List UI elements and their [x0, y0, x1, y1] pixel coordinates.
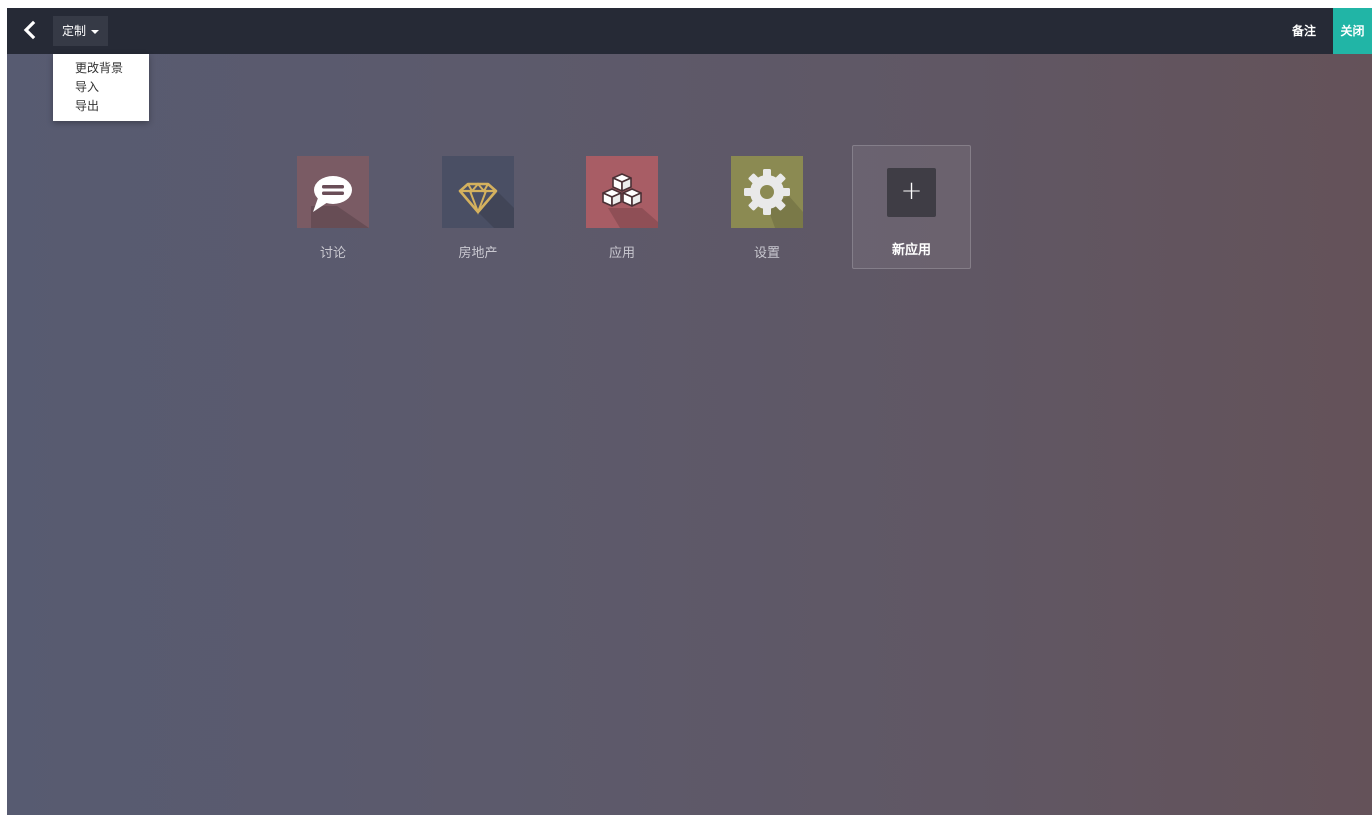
- back-button[interactable]: [19, 19, 41, 41]
- chat-bubble-icon: [311, 176, 369, 228]
- top-navbar: 定制 备注 关闭: [7, 8, 1372, 54]
- customize-dropdown-menu: 更改背景 导入 导出: [53, 54, 149, 121]
- diamond-icon: [458, 182, 514, 228]
- gear-icon: [744, 169, 803, 228]
- app-icon-settings: [731, 156, 803, 228]
- caret-down-icon: [91, 29, 100, 34]
- new-app-label: 新应用: [891, 243, 931, 258]
- chevron-left-icon: [23, 20, 36, 40]
- app-icon-real-estate: [442, 156, 514, 228]
- app-label-apps: 应用: [608, 246, 635, 261]
- app-screen: 定制 备注 关闭 更改背景 导入 导出 讨论 房地产 应用 设置 + 新应用: [7, 8, 1372, 815]
- close-button[interactable]: 关闭: [1333, 8, 1372, 54]
- app-label-settings: 设置: [753, 246, 780, 261]
- new-app-tile[interactable]: + 新应用: [852, 145, 971, 269]
- menu-item-export[interactable]: 导出: [53, 97, 149, 116]
- app-tile-discuss[interactable]: 讨论: [297, 156, 369, 261]
- app-label-real-estate: 房地产: [458, 246, 498, 261]
- notes-button[interactable]: 备注: [1292, 8, 1316, 54]
- app-tile-apps[interactable]: 应用: [586, 156, 658, 261]
- customize-menu-label: 定制: [62, 24, 87, 38]
- customize-menu-button[interactable]: 定制: [53, 16, 109, 46]
- menu-item-change-background[interactable]: 更改背景: [53, 59, 149, 78]
- app-tile-settings[interactable]: 设置: [731, 156, 803, 261]
- menu-item-import[interactable]: 导入: [53, 78, 149, 97]
- app-icon-discuss: [297, 156, 369, 228]
- cubes-icon: [602, 173, 658, 228]
- app-label-discuss: 讨论: [319, 246, 346, 261]
- app-tile-real-estate[interactable]: 房地产: [442, 156, 514, 261]
- app-icon-apps: [586, 156, 658, 228]
- plus-icon: +: [887, 168, 936, 217]
